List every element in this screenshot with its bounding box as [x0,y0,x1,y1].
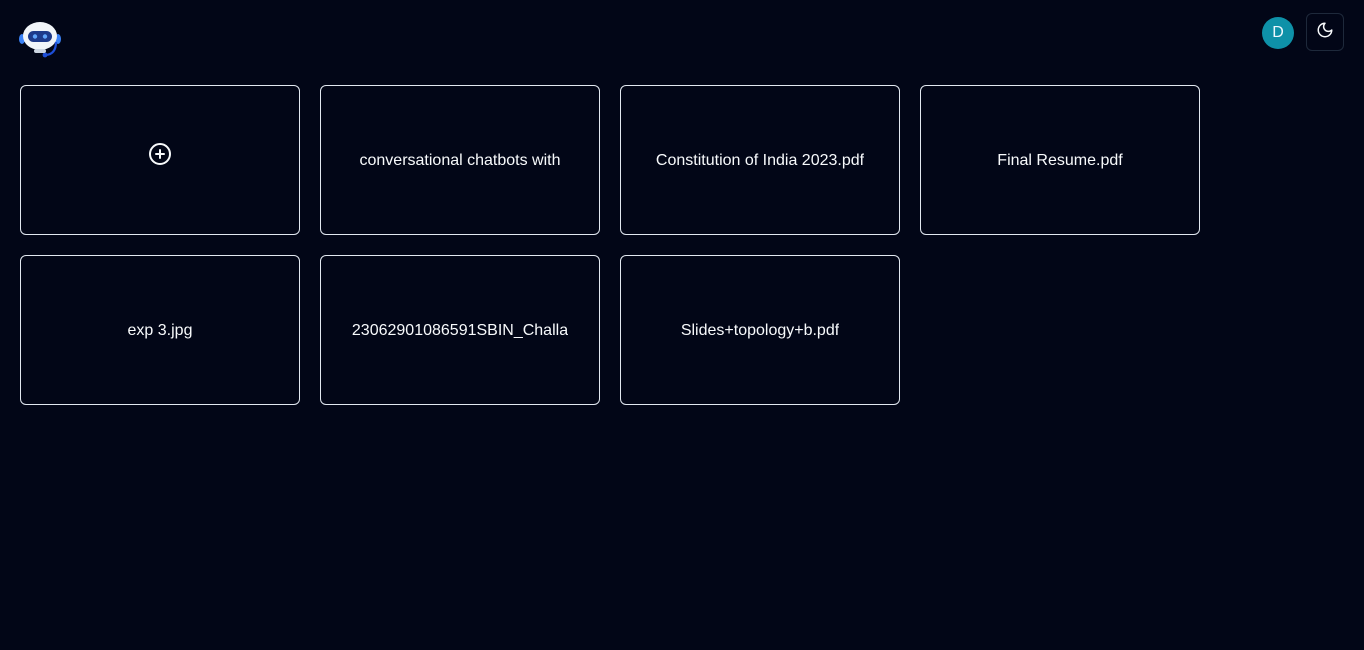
file-card[interactable]: Constitution of India 2023.pdf [620,85,900,235]
file-card[interactable]: Slides+topology+b.pdf [620,255,900,405]
file-card[interactable]: exp 3.jpg [20,255,300,405]
user-avatar[interactable]: D [1262,17,1294,49]
add-file-card[interactable] [20,85,300,235]
moon-icon [1316,21,1334,44]
file-name: Slides+topology+b.pdf [680,321,840,339]
file-name: conversational chatbots with [359,151,561,169]
file-card[interactable]: Final Resume.pdf [920,85,1200,235]
avatar-initial: D [1272,24,1284,41]
robot-logo-icon[interactable] [18,20,62,60]
file-card[interactable]: 23062901086591SBIN_Challa [320,255,600,405]
file-name: Final Resume.pdf [997,151,1123,169]
theme-toggle-button[interactable] [1306,13,1344,51]
top-bar: D [0,0,1364,80]
plus-circle-icon [148,142,172,166]
file-card[interactable]: conversational chatbots with [320,85,600,235]
file-name: exp 3.jpg [127,321,193,339]
file-name: 23062901086591SBIN_Challa [351,321,569,339]
files-grid: conversational chatbots with Constitutio… [20,85,1200,405]
file-name: Constitution of India 2023.pdf [655,151,865,169]
